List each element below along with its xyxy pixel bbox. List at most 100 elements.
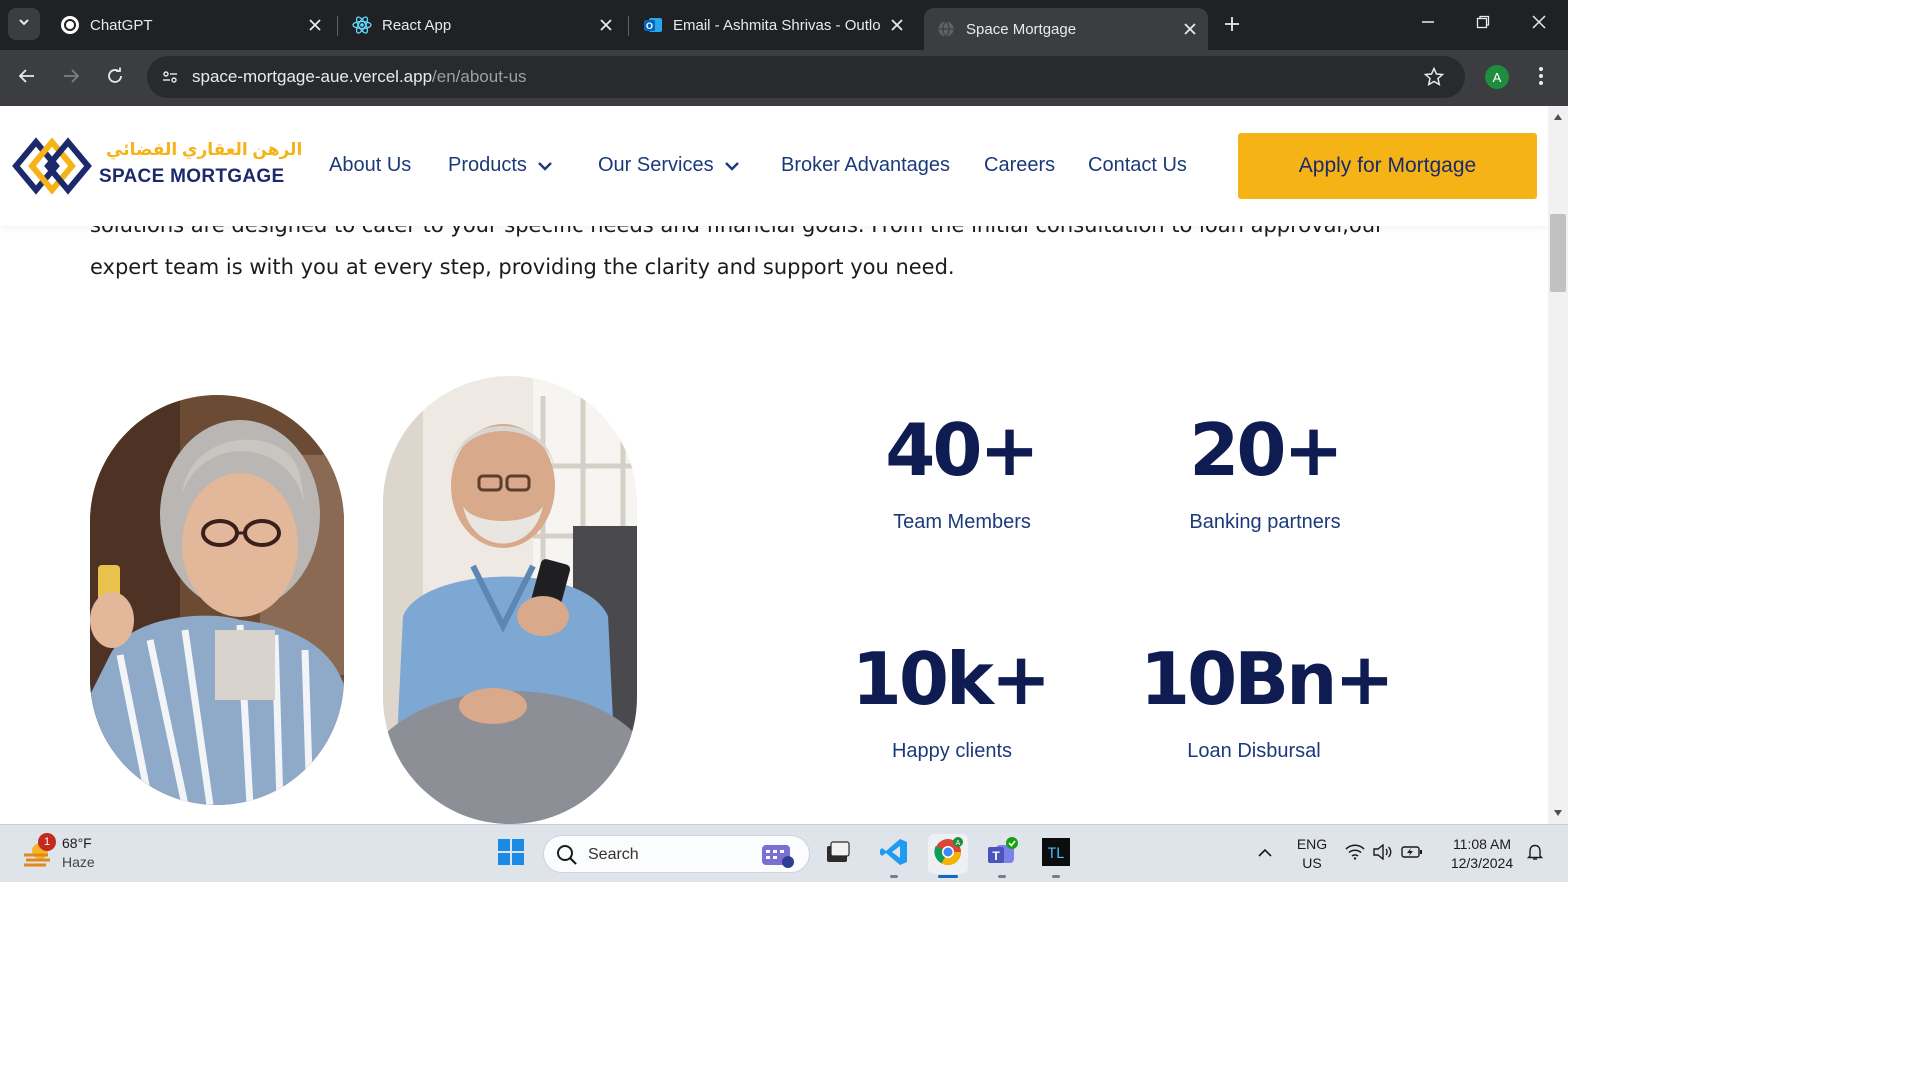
restore-button[interactable] xyxy=(1463,8,1503,40)
close-icon[interactable] xyxy=(303,13,327,37)
weather-widget[interactable]: 1 68°F Haze xyxy=(18,833,128,875)
vscode-icon xyxy=(879,837,909,872)
scrollbar-thumb[interactable] xyxy=(1550,214,1566,292)
chevron-down-icon xyxy=(537,161,553,171)
forward-button[interactable] xyxy=(55,62,87,94)
nav-label: Products xyxy=(448,154,527,176)
tab-title: React App xyxy=(382,16,452,34)
logo-diamond-icon xyxy=(12,137,92,195)
weather-temp: 68°F xyxy=(62,835,92,851)
globe-icon xyxy=(936,19,956,39)
tab-chatgpt[interactable]: ChatGPT xyxy=(48,8,333,42)
search-icon xyxy=(556,844,578,871)
running-indicator xyxy=(1052,875,1060,878)
restore-icon xyxy=(1476,15,1490,34)
nav-products[interactable]: Products xyxy=(448,154,553,177)
minimize-icon xyxy=(1421,15,1435,34)
language-line2: US xyxy=(1302,855,1322,871)
man-with-phone-photo xyxy=(383,376,637,824)
tab-title: Email - Ashmita Shrivas - Outlo xyxy=(673,16,881,34)
arrow-left-icon xyxy=(18,67,36,90)
system-tray-status[interactable] xyxy=(1344,834,1424,874)
volume-icon xyxy=(1373,843,1393,865)
nav-broker-advantages[interactable]: Broker Advantages xyxy=(781,154,950,177)
clock-time: 11:08 AM xyxy=(1452,836,1512,852)
window-close-button[interactable] xyxy=(1519,8,1559,40)
active-indicator xyxy=(938,875,958,878)
scroll-down-arrow-icon[interactable] xyxy=(1553,808,1563,818)
svg-text:A: A xyxy=(956,840,961,847)
page-scrollbar[interactable] xyxy=(1548,106,1568,824)
svg-text:T: T xyxy=(992,849,1000,863)
windows-taskbar: 1 68°F Haze Search A T TL ENG US 11:08 A… xyxy=(0,824,1568,882)
url-text: space-mortgage-aue.vercel.app/en/about-u… xyxy=(192,67,527,87)
browser-tab-bar: ChatGPT React App O Email - Ashmita Shri… xyxy=(0,0,1568,50)
back-button[interactable] xyxy=(11,62,43,94)
stat-label: Loan Disbursal xyxy=(1187,740,1321,762)
nav-label: Broker Advantages xyxy=(781,154,950,176)
language-indicator[interactable]: ENG US xyxy=(1290,835,1334,873)
teams-icon: T xyxy=(986,836,1018,872)
bookmark-star-icon[interactable] xyxy=(1421,64,1447,90)
url-path: /en/about-us xyxy=(432,67,527,86)
profile-avatar[interactable]: A xyxy=(1485,65,1509,89)
site-logo[interactable]: الرهن العقاري الفضائي SPACE MORTGAGE xyxy=(12,136,302,196)
taskbar-file-explorer[interactable] xyxy=(818,834,858,874)
chevron-down-icon xyxy=(724,161,740,171)
react-icon xyxy=(352,15,372,35)
logo-arabic-text: الرهن العقاري الفضائي xyxy=(106,140,303,159)
page-viewport: solutions are designed to cater to your … xyxy=(0,106,1548,824)
notification-bell-icon xyxy=(1526,843,1544,866)
stat-value: 20+ xyxy=(1189,408,1344,492)
tab-title: ChatGPT xyxy=(90,16,153,34)
minimize-button[interactable] xyxy=(1408,8,1448,40)
running-indicator xyxy=(890,875,898,878)
nav-label: Careers xyxy=(984,154,1056,176)
nav-our-services[interactable]: Our Services xyxy=(598,154,740,177)
show-hidden-icons-button[interactable] xyxy=(1245,834,1285,874)
notification-center-button[interactable] xyxy=(1522,834,1548,874)
scroll-up-arrow-icon[interactable] xyxy=(1553,112,1563,122)
reload-button[interactable] xyxy=(99,62,131,94)
new-tab-button[interactable] xyxy=(1218,12,1246,40)
browser-menu-button[interactable] xyxy=(1528,62,1554,94)
nav-about-us[interactable]: About Us xyxy=(329,154,411,177)
taskbar-vscode[interactable] xyxy=(874,834,914,878)
tab-react-app[interactable]: React App xyxy=(340,8,624,42)
taskbar-chrome[interactable]: A xyxy=(928,834,968,878)
apply-for-mortgage-button[interactable]: Apply for Mortgage xyxy=(1238,133,1537,199)
close-icon[interactable] xyxy=(1178,17,1202,41)
nav-careers[interactable]: Careers xyxy=(984,154,1055,177)
chatgpt-icon xyxy=(60,15,80,35)
close-icon[interactable] xyxy=(885,13,909,37)
stat-label: Banking partners xyxy=(1189,511,1341,533)
notification-badge: 1 xyxy=(38,833,56,851)
nav-label: About Us xyxy=(329,154,412,176)
url-host: space-mortgage-aue.vercel.app xyxy=(192,67,433,86)
chevron-up-icon xyxy=(1258,845,1272,863)
running-indicator xyxy=(998,875,1006,878)
nav-contact-us[interactable]: Contact Us xyxy=(1088,154,1187,177)
taskbar-teams[interactable]: T xyxy=(982,834,1022,878)
tab-space-mortgage[interactable]: Space Mortgage xyxy=(924,8,1208,50)
search-label: Search xyxy=(588,846,639,863)
reload-icon xyxy=(106,67,124,90)
taskbar-terminal[interactable]: TL xyxy=(1036,834,1076,878)
close-icon[interactable] xyxy=(594,13,618,37)
tab-search-button[interactable] xyxy=(8,8,40,40)
address-bar[interactable]: space-mortgage-aue.vercel.app/en/about-u… xyxy=(147,56,1465,98)
windows-logo-icon xyxy=(497,838,525,871)
stat-value: 40+ xyxy=(885,408,1040,492)
tab-outlook[interactable]: O Email - Ashmita Shrivas - Outlo xyxy=(631,8,915,42)
taskbar-search[interactable]: Search xyxy=(543,835,810,873)
tab-title: Space Mortgage xyxy=(966,20,1077,38)
close-icon xyxy=(1532,14,1546,34)
clock[interactable]: 11:08 AM 12/3/2024 xyxy=(1440,835,1524,873)
more-vertical-icon xyxy=(1539,66,1543,90)
start-button[interactable] xyxy=(491,834,531,874)
stat-value: 10k+ xyxy=(851,637,1051,721)
site-info-icon[interactable] xyxy=(155,62,185,92)
tab-separator xyxy=(628,16,629,36)
arrow-right-icon xyxy=(62,67,80,90)
chrome-icon: A xyxy=(933,836,963,872)
